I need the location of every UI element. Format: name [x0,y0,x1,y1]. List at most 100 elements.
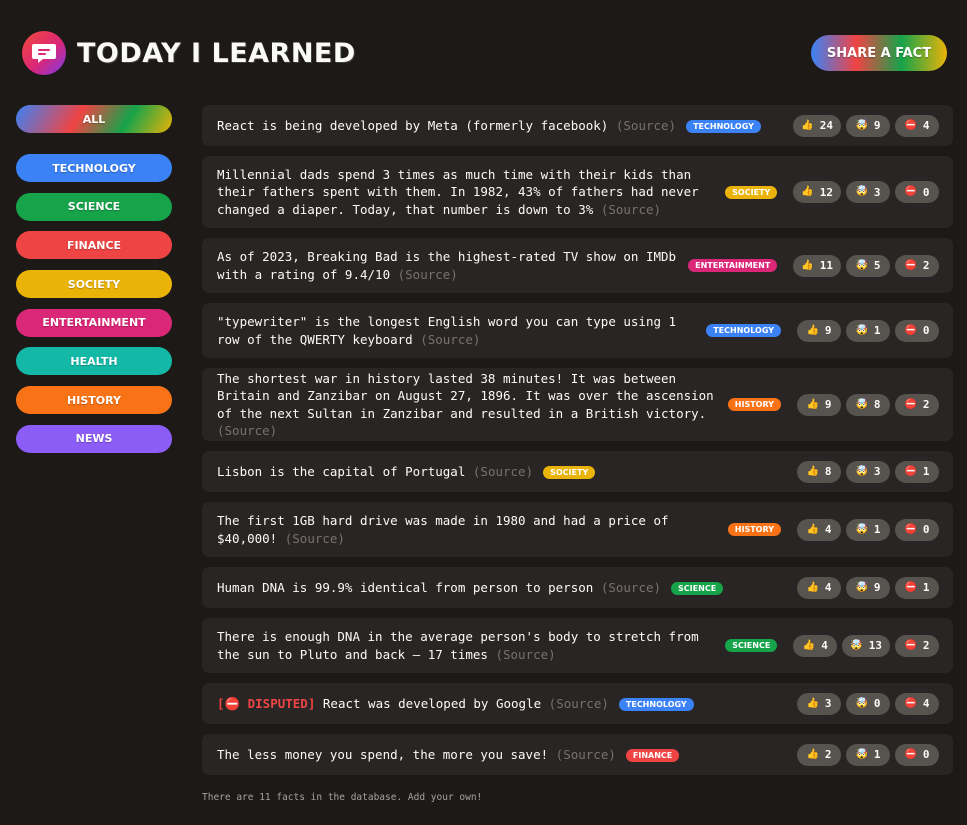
source-link[interactable]: (Source) [601,202,661,217]
category-tag: Technology [618,697,694,711]
vote-count: 0 [922,324,930,337]
category-health-button[interactable]: Health [16,347,172,376]
category-history-button[interactable]: History [16,386,172,415]
false-vote-button[interactable]: ⛔ 1 [895,460,939,483]
share-fact-button[interactable]: Share a fact [811,35,947,71]
source-link[interactable]: (Source) [420,332,480,347]
category-tag: History [727,398,781,411]
category-news-button[interactable]: News [16,424,172,453]
false-vote-button[interactable]: ⛔ 0 [895,518,939,541]
source-link[interactable]: (Source) [495,647,555,662]
false-vote-button[interactable]: ⛔ 1 [895,576,939,599]
fact-item: Lisbon is the capital of Portugal (Sourc… [202,451,953,492]
fact-item: "typewriter" is the longest English word… [202,303,953,358]
mind-blown-icon: 🤯 [855,697,868,709]
source-link[interactable]: (Source) [473,464,533,479]
false-vote-button[interactable]: ⛔ 2 [895,393,939,416]
like-vote-button[interactable]: 👍 4 [793,634,838,657]
vote-count: 4 [824,523,832,536]
like-vote-button[interactable]: 👍 4 [797,576,841,599]
fact-text: Human DNA is 99.9% identical from person… [217,573,789,603]
fact-statement: The less money you spend, the more you s… [217,746,549,762]
vote-count: 9 [824,324,832,337]
fact-text: As of 2023, Breaking Bad is the highest-… [217,242,676,289]
vote-buttons: 👍 3 🤯 0 ⛔ 4 [797,692,939,715]
thumbs-up-icon: 👍 [802,639,816,651]
category-tag: Finance [625,748,680,762]
like-vote-button[interactable]: 👍 9 [797,319,841,342]
fact-list: React is being developed by Meta (former… [202,105,953,785]
mind-blown-icon: 🤯 [855,523,868,535]
source-link[interactable]: (Source) [217,423,277,438]
fact-statement: There is enough DNA in the average perso… [217,629,699,662]
category-tag: Society [543,465,596,479]
mindblown-vote-button[interactable]: 🤯 0 [846,692,890,715]
vote-buttons: 👍 4 🤯 13 ⛔ 2 [793,634,939,657]
mindblown-vote-button[interactable]: 🤯 3 [846,460,890,483]
fact-count-note: There are 11 facts in the database. Add … [202,792,483,803]
disputed-label: [⛔ DISPUTED] [217,695,316,711]
vote-count: 1 [873,748,881,761]
mindblown-vote-button[interactable]: 🤯 5 [846,254,890,277]
false-vote-button[interactable]: ⛔ 2 [895,634,939,657]
like-vote-button[interactable]: 👍 9 [797,393,841,416]
like-vote-button[interactable]: 👍 3 [797,692,841,715]
false-vote-button[interactable]: ⛔ 4 [895,692,939,715]
thumbs-up-icon: 👍 [806,465,819,477]
like-vote-button[interactable]: 👍 11 [793,254,841,277]
false-vote-button[interactable]: ⛔ 4 [895,114,939,137]
mind-blown-icon: 🤯 [855,186,868,197]
category-all-button[interactable]: All [16,105,172,133]
vote-count: 4 [922,697,930,710]
source-link[interactable]: (Source) [285,531,345,546]
no-entry-icon: ⛔ [904,324,917,336]
category-tag: Technology [686,119,761,133]
false-vote-button[interactable]: ⛔ 0 [895,181,939,203]
like-vote-button[interactable]: 👍 24 [793,114,841,137]
false-vote-button[interactable]: ⛔ 0 [895,743,939,766]
like-vote-button[interactable]: 👍 4 [797,518,841,541]
vote-buttons: 👍 4 🤯 9 ⛔ 1 [797,576,939,599]
category-list: Technology Science Finance Society Entertain… [16,154,172,453]
mindblown-vote-button[interactable]: 🤯 9 [846,576,890,599]
false-vote-button[interactable]: ⛔ 0 [895,319,939,342]
source-link[interactable]: (Source) [601,580,661,595]
thumbs-up-icon: 👍 [806,748,819,760]
mindblown-vote-button[interactable]: 🤯 1 [846,743,890,766]
false-vote-button[interactable]: ⛔ 2 [895,254,939,277]
fact-item: Human DNA is 99.9% identical from person… [202,567,953,608]
category-technology-button[interactable]: Technology [16,154,172,182]
source-link[interactable]: (Source) [616,118,676,133]
thumbs-up-icon: 👍 [801,119,814,131]
source-link[interactable]: (Source) [398,267,458,282]
vote-count: 3 [824,697,832,710]
mindblown-vote-button[interactable]: 🤯 9 [846,114,890,137]
mindblown-vote-button[interactable]: 🤯 3 [846,181,890,203]
source-link[interactable]: (Source) [556,747,616,762]
fact-item: There is enough DNA in the average perso… [202,618,953,673]
fact-item: The shortest war in history lasted 38 mi… [202,368,953,441]
vote-buttons: 👍 11 🤯 5 ⛔ 2 [793,254,939,277]
fact-item: [⛔ DISPUTED] React was developed by Goog… [202,683,953,724]
category-tag: History [727,523,781,536]
fact-text: The first 1GB hard drive was made in 198… [217,506,716,553]
like-vote-button[interactable]: 👍 2 [797,743,841,766]
category-society-button[interactable]: Society [16,270,172,299]
like-vote-button[interactable]: 👍 8 [797,460,841,483]
mindblown-vote-button[interactable]: 🤯 13 [842,634,890,657]
category-entertainment-button[interactable]: Entertainment [16,308,172,337]
like-vote-button[interactable]: 👍 12 [793,181,841,203]
mindblown-vote-button[interactable]: 🤯 1 [846,518,890,541]
fact-statement: Lisbon is the capital of Portugal [217,463,466,479]
source-link[interactable]: (Source) [549,696,609,711]
no-entry-icon: ⛔ [904,581,917,593]
category-finance-button[interactable]: Finance [16,231,172,260]
mindblown-vote-button[interactable]: 🤯 8 [846,393,890,416]
vote-count: 5 [873,259,881,272]
fact-statement: React is being developed by Meta (former… [217,117,609,133]
category-tag: Technology [706,324,781,337]
mindblown-vote-button[interactable]: 🤯 1 [846,319,890,342]
fact-item: React is being developed by Meta (former… [202,105,953,146]
category-science-button[interactable]: Science [16,192,172,221]
vote-count: 2 [922,398,930,411]
